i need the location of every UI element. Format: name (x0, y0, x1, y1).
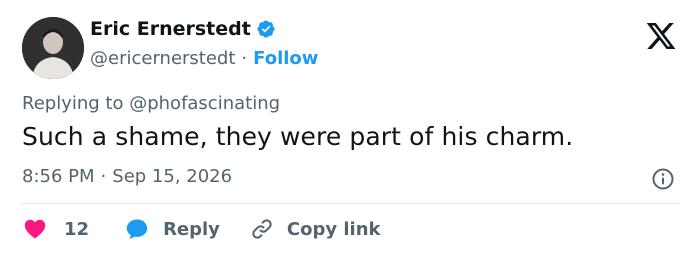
avatar[interactable] (22, 17, 84, 79)
verified-badge-icon (257, 20, 275, 38)
x-logo-icon[interactable] (644, 20, 678, 52)
heart-icon (24, 219, 46, 239)
like-button[interactable]: 12 (22, 217, 89, 241)
reply-context: Replying to @phofascinating (22, 93, 280, 114)
handle-separator: · (241, 48, 248, 69)
divider (22, 203, 680, 204)
reply-mention-link[interactable]: @phofascinating (129, 93, 280, 114)
tweet-time: 8:56 PM (22, 166, 95, 187)
reply-label: Reply (163, 218, 220, 240)
author-name[interactable]: Eric Ernerstedt (90, 18, 251, 40)
tweet-date: Sep 15, 2026 (112, 166, 233, 187)
avatar-photo (22, 17, 84, 79)
like-count: 12 (64, 218, 90, 240)
follow-button[interactable]: Follow (253, 48, 318, 69)
reply-context-prefix: Replying to (22, 93, 124, 114)
tweet-text: Such a shame, they were part of his char… (22, 122, 574, 151)
info-icon[interactable] (651, 167, 675, 191)
link-icon (252, 219, 272, 239)
action-bar: 12 Reply Copy link (22, 214, 381, 244)
speech-bubble-icon (126, 219, 148, 239)
copy-link-label: Copy link (286, 218, 381, 240)
author-name-row: Eric Ernerstedt (90, 18, 276, 40)
timestamp-separator: · (100, 166, 107, 187)
author-handle-row: @ericernerstedt · Follow (90, 48, 318, 69)
author-handle[interactable]: @ericernerstedt (90, 48, 235, 69)
reply-button[interactable]: Reply (125, 217, 220, 241)
copy-link-button[interactable]: Copy link (250, 217, 381, 241)
tweet-timestamp[interactable]: 8:56 PM · Sep 15, 2026 (22, 166, 232, 187)
